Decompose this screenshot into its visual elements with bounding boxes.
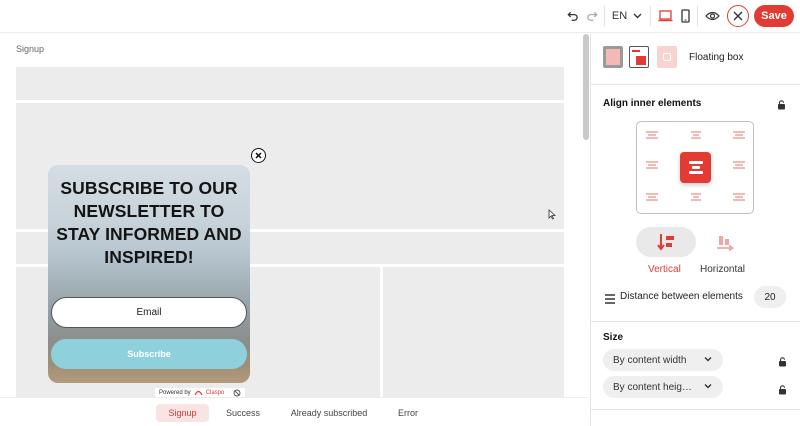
popup-close-button[interactable] xyxy=(251,148,266,163)
lock-icon[interactable] xyxy=(777,97,786,115)
vertical-direction-button[interactable] xyxy=(636,227,696,257)
tab-error[interactable]: Error xyxy=(392,404,424,422)
tab-success[interactable]: Success xyxy=(220,404,266,422)
align-bottom-left-option[interactable] xyxy=(645,192,659,202)
align-top-left-option[interactable] xyxy=(645,130,659,140)
align-center-option-selected[interactable] xyxy=(680,152,711,183)
horizontal-label: Horizontal xyxy=(700,264,746,275)
chevron-down-icon xyxy=(633,13,642,19)
claspo-logo-icon xyxy=(194,390,203,396)
panel-divider xyxy=(590,409,800,410)
hide-badge-icon[interactable] xyxy=(233,389,241,397)
layout-type-label: Floating box xyxy=(689,52,744,63)
layout-option-launcher[interactable] xyxy=(657,46,677,68)
breadcrumb: Signup xyxy=(16,44,45,54)
align-middle-left-option[interactable] xyxy=(645,160,659,170)
align-bottom-right-option[interactable] xyxy=(732,192,746,202)
vertical-label: Vertical xyxy=(648,264,681,275)
top-toolbar: EN Save xyxy=(0,0,800,33)
redo-icon[interactable] xyxy=(584,6,600,26)
horizontal-direction-button[interactable] xyxy=(695,227,755,257)
vertical-arrange-icon xyxy=(657,234,674,251)
brand-label: Claspo xyxy=(205,390,225,396)
language-label: EN xyxy=(611,10,628,22)
layout-option-fullscreen[interactable] xyxy=(603,46,623,68)
close-editor-button[interactable] xyxy=(727,5,749,27)
canvas-scrollbar[interactable] xyxy=(583,34,589,140)
email-field[interactable]: Email xyxy=(51,297,247,328)
page-placeholder-block xyxy=(383,267,564,397)
undo-icon[interactable] xyxy=(564,6,580,26)
powered-by-label: Powered by xyxy=(159,390,191,396)
state-tabs: Signup Success Already subscribed Error xyxy=(0,397,589,426)
close-icon xyxy=(255,152,262,159)
alignment-grid xyxy=(636,121,754,214)
height-mode-value: By content heig… xyxy=(613,381,692,393)
page-placeholder-block xyxy=(16,67,564,100)
panel-divider xyxy=(590,321,800,322)
chevron-down-icon xyxy=(704,384,712,389)
align-top-center-option[interactable] xyxy=(689,130,703,140)
distance-icon xyxy=(605,291,615,309)
width-mode-value: By content width xyxy=(613,354,687,366)
newsletter-popup[interactable]: SUBSCRIBE TO OUR NEWSLETTER TO STAY INFO… xyxy=(48,165,250,383)
lock-icon[interactable] xyxy=(778,382,787,400)
horizontal-arrange-icon xyxy=(717,236,735,251)
tab-signup[interactable]: Signup xyxy=(156,404,209,422)
layout-option-floating-box[interactable] xyxy=(629,46,649,68)
properties-panel: Floating box Align inner elements Vertic… xyxy=(590,34,800,426)
align-bottom-center-option[interactable] xyxy=(689,192,703,202)
language-select[interactable]: EN xyxy=(610,6,644,26)
subscribe-button[interactable]: Subscribe xyxy=(51,339,247,369)
distance-label: Distance between elements xyxy=(620,291,743,302)
align-top-right-option[interactable] xyxy=(732,130,746,140)
panel-divider xyxy=(590,84,800,85)
size-section-title: Size xyxy=(603,332,624,343)
close-icon xyxy=(733,11,743,21)
distance-input[interactable]: 20 xyxy=(754,286,786,308)
width-mode-select[interactable]: By content width xyxy=(603,349,723,371)
preview-eye-icon[interactable] xyxy=(703,6,721,26)
tab-already-subscribed[interactable]: Already subscribed xyxy=(282,404,376,422)
align-section-title: Align inner elements xyxy=(603,98,702,109)
mouse-cursor-icon xyxy=(548,207,557,225)
mobile-view-icon[interactable] xyxy=(678,6,692,26)
align-middle-right-option[interactable] xyxy=(732,160,746,170)
lock-icon[interactable] xyxy=(778,354,787,372)
save-button[interactable]: Save xyxy=(754,5,794,27)
height-mode-select[interactable]: By content heig… xyxy=(603,376,723,398)
desktop-view-icon[interactable] xyxy=(656,6,674,26)
chevron-down-icon xyxy=(704,357,712,362)
popup-title: SUBSCRIBE TO OUR NEWSLETTER TO STAY INFO… xyxy=(56,178,242,267)
